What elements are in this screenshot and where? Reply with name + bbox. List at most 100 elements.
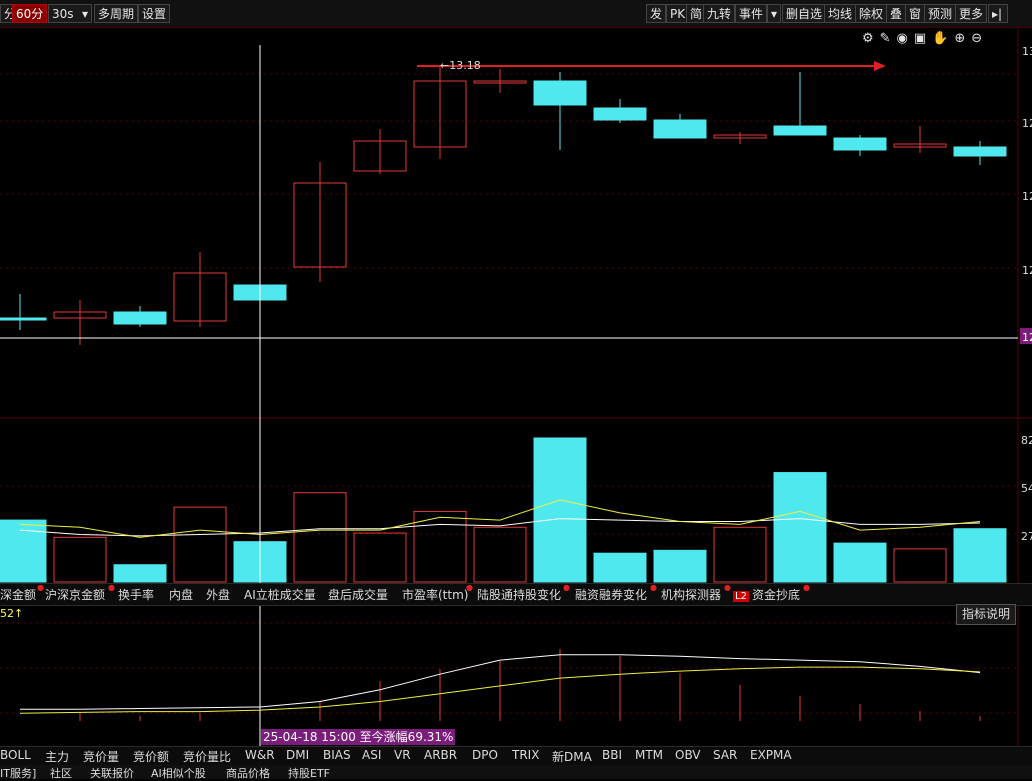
volume-bar	[953, 528, 1007, 583]
toolbar-right-9[interactable]: 叠	[886, 4, 907, 23]
indicator-tab-17[interactable]: SAR	[713, 748, 737, 762]
settings-button[interactable]: 设置	[138, 4, 171, 23]
indicator-tab-13[interactable]: 新DMA	[552, 748, 592, 765]
toolbar-right-6[interactable]: 删自选	[782, 4, 827, 23]
candle-body	[533, 80, 587, 106]
candle-body	[653, 119, 707, 139]
toolbar-right-0[interactable]: 发	[646, 4, 667, 23]
volume-bar	[0, 519, 47, 583]
range-gain-label: 25-04-18 15:00 至今涨幅69.31%	[261, 729, 456, 745]
red-dot-icon: ●	[108, 583, 115, 592]
tab-data-9[interactable]: 融资融券变化	[575, 586, 647, 603]
period-button-60min[interactable]: 60分	[12, 4, 48, 23]
candle-body	[0, 317, 47, 321]
high-annotation: ←13.18	[440, 59, 481, 72]
candle-body	[833, 137, 887, 151]
indicator-explain-button[interactable]: 指标说明	[956, 604, 1016, 625]
candle-body	[593, 107, 647, 121]
tab-data-11[interactable]: L2 资金抄底	[733, 586, 800, 603]
l2-badge: L2	[733, 591, 749, 602]
indicator-tab-18[interactable]: EXPMA	[750, 748, 792, 762]
chevron-down-icon: ▾	[81, 7, 88, 21]
volume-bar	[413, 510, 467, 583]
indicator-tab-11[interactable]: DPO	[472, 748, 498, 762]
tab-data-0[interactable]: 深金额	[0, 586, 36, 603]
tab-data-2[interactable]: 换手率	[118, 586, 154, 603]
expand-panel-icon[interactable]: ▸|	[988, 4, 1008, 23]
indicator-tab-3[interactable]: 竞价额	[133, 748, 169, 765]
data-tab-row: 深金额 沪深京金额 换手率 内盘 外盘 AI立桩成交量 盘后成交量 市盈率(tt…	[0, 583, 1032, 606]
toolbar-right-11[interactable]: 预测	[924, 4, 957, 23]
red-dot-icon: ●	[466, 583, 473, 592]
indicator-tab-2[interactable]: 竞价量	[83, 748, 119, 765]
tab-data-7[interactable]: 市盈率(ttm)	[402, 586, 468, 603]
volume-panel	[0, 437, 1018, 583]
price-axis-label-0: 13	[1022, 45, 1032, 58]
tab-data-10[interactable]: 机构探测器	[661, 586, 721, 603]
volume-bar	[533, 437, 587, 583]
volume-bar	[593, 552, 647, 583]
multi-period-button[interactable]: 多周期	[94, 4, 139, 23]
volume-bar	[773, 472, 827, 583]
red-dot-icon: ●	[724, 583, 731, 592]
tab-data-1[interactable]: 沪深京金额	[45, 586, 105, 603]
vol-axis-label-0: 82	[1021, 434, 1032, 447]
toolbar-right-7[interactable]: 均线	[824, 4, 857, 23]
toolbar-right-4[interactable]: 事件	[735, 4, 768, 23]
indicator-tab-12[interactable]: TRIX	[512, 748, 539, 762]
tab-data-6[interactable]: 盘后成交量	[328, 586, 388, 603]
tab-data-4[interactable]: 外盘	[206, 586, 230, 603]
indicator-tab-9[interactable]: VR	[394, 748, 411, 762]
red-dot-icon: ●	[803, 583, 810, 592]
top-toolbar: 分 60分 30s ▾ 多周期 设置 发 PK 简 九转 事件 ▾ 删自选 均线…	[0, 0, 1032, 46]
indicator-tab-7[interactable]: BIAS	[323, 748, 351, 762]
volume-bar	[473, 526, 527, 583]
candle-body	[113, 311, 167, 325]
tab-data-5[interactable]: AI立桩成交量	[244, 586, 316, 603]
trend-arrow-head	[874, 61, 886, 71]
toolbar-right-3[interactable]: 九转	[703, 4, 736, 23]
vol-axis-label-2: 27	[1021, 530, 1032, 543]
indicator-panel	[0, 622, 1018, 721]
indicator-tab-15[interactable]: MTM	[635, 748, 663, 762]
toolbar-right-12[interactable]: 更多	[955, 4, 988, 23]
indicator-value: 52↑	[0, 607, 24, 620]
interval-select[interactable]: 30s ▾	[48, 4, 92, 23]
volume-ma2-line	[19, 499, 981, 538]
tab-data-8[interactable]: 陆股通持股变化	[477, 586, 561, 603]
price-axis-label-3: 12	[1022, 264, 1032, 277]
volume-bar	[53, 536, 107, 583]
volume-bar	[893, 548, 947, 583]
interval-value: 30s	[52, 7, 74, 21]
volume-bar	[653, 549, 707, 583]
toolbar-right-10[interactable]: 窗	[905, 4, 926, 23]
candle-body	[773, 125, 827, 136]
toolbar-right-5[interactable]: ▾	[767, 4, 782, 23]
indicator-tab-row: BOLL 主力 竞价量 竞价额 竞价量比 W&R DMI BIAS ASI VR ARBR DPO TR…	[0, 746, 1032, 765]
volume-bar	[113, 564, 167, 583]
indicator-tab-5[interactable]: W&R	[245, 748, 275, 762]
red-dot-icon: ●	[650, 583, 657, 592]
price-axis-label-2: 12	[1022, 190, 1032, 203]
indicator-tab-10[interactable]: ARBR	[424, 748, 457, 762]
indicator-tab-4[interactable]: 竞价量比	[183, 748, 231, 765]
red-dot-icon: ●	[563, 583, 570, 592]
volume-bar	[293, 492, 347, 583]
indicator-tab-16[interactable]: OBV	[675, 748, 701, 762]
toolbar-right-8[interactable]: 除权	[855, 4, 888, 23]
volume-bar	[833, 542, 887, 583]
price-axis-label-4: 12	[1022, 331, 1032, 344]
volume-bar	[713, 526, 767, 583]
indicator-tab-6[interactable]: DMI	[286, 748, 309, 762]
indicator-tab-14[interactable]: BBI	[602, 748, 622, 762]
tab-data-3[interactable]: 内盘	[169, 586, 193, 603]
bottom-tab-row: IT服务] 社区 关联报价 AI相似个股 商品价格 持股ETF	[0, 765, 1032, 780]
indicator-tab-1[interactable]: 主力	[45, 748, 69, 765]
volume-bar	[173, 506, 227, 583]
volume-bar	[353, 532, 407, 583]
candle-body	[953, 146, 1007, 157]
indicator-tab-8[interactable]: ASI	[362, 748, 381, 762]
indicator-tab-0[interactable]: BOLL	[0, 748, 31, 762]
vol-axis-label-1: 54	[1021, 482, 1032, 495]
price-axis-label-1: 12	[1022, 117, 1032, 130]
